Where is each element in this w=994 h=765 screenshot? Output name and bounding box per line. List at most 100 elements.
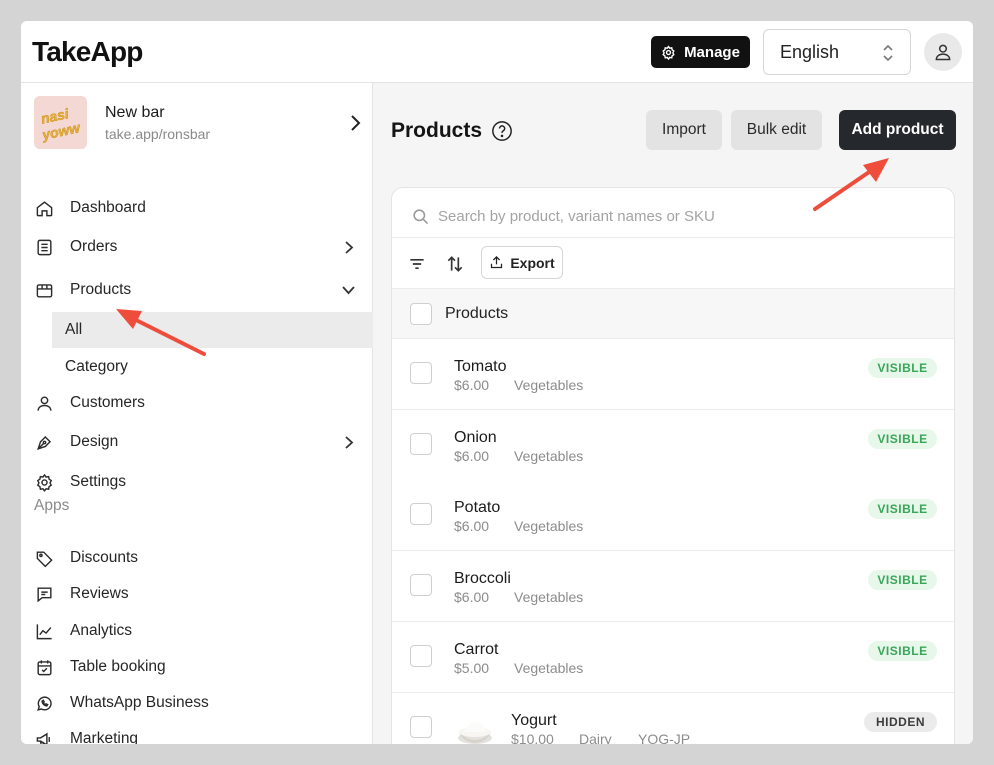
chevron-right-icon <box>345 241 354 254</box>
sidebar-item-table-booking[interactable]: Table booking <box>21 649 373 685</box>
filter-icon[interactable] <box>407 254 427 274</box>
row-checkbox[interactable] <box>410 362 432 384</box>
sidebar-item-discounts[interactable]: Discounts <box>21 540 373 576</box>
product-category: Vegetables <box>514 589 584 605</box>
store-switcher[interactable]: nasi yoww New bar take.app/ronsbar <box>34 96 364 152</box>
export-label: Export <box>510 254 555 271</box>
language-select[interactable]: English <box>763 29 911 75</box>
table-row[interactable]: Yogurt $10.00 Dairy YOG-JP HIDDEN <box>392 693 954 744</box>
sidebar-item-whatsapp-business[interactable]: WhatsApp Business <box>21 685 373 721</box>
manage-button[interactable]: Manage <box>651 36 750 68</box>
sidebar-item-marketing[interactable]: Marketing <box>21 721 373 744</box>
sidebar-subitem-label: Category <box>65 358 128 375</box>
home-icon <box>36 201 53 217</box>
product-price: $6.00 <box>454 518 490 534</box>
manage-label: Manage <box>684 43 740 61</box>
column-header-products: Products <box>445 305 509 322</box>
status-badge: VISIBLE <box>868 358 937 378</box>
updown-chevron-icon <box>883 44 893 62</box>
sidebar-item-label: WhatsApp Business <box>70 694 209 711</box>
sidebar-item-design[interactable]: Design <box>21 424 373 460</box>
bulk-edit-button[interactable]: Bulk edit <box>731 110 822 150</box>
help-icon[interactable] <box>491 120 513 142</box>
search-input[interactable] <box>438 202 938 230</box>
user-icon <box>935 44 951 61</box>
app-logo[interactable]: TakeApp <box>32 36 143 68</box>
table-row[interactable]: Potato $6.00 Vegetables VISIBLE <box>392 480 954 551</box>
select-all-checkbox[interactable] <box>410 303 432 325</box>
sidebar-item-label: Analytics <box>70 622 133 639</box>
whatsapp-icon <box>37 696 52 711</box>
status-badge: VISIBLE <box>868 641 937 661</box>
sidebar-item-customers[interactable]: Customers <box>21 385 373 421</box>
apps-section-label: Apps <box>34 497 70 514</box>
sidebar-item-products[interactable]: Products <box>21 272 373 308</box>
products-card: Export Products Tomato $6.00 Vegetables … <box>391 187 955 744</box>
store-logo: nasi yoww <box>34 96 87 149</box>
product-price: $6.00 <box>454 589 490 605</box>
product-category: Vegetables <box>514 660 584 676</box>
upload-icon <box>491 255 503 269</box>
sidebar-item-label: Products <box>70 281 132 298</box>
sidebar-item-label: Discounts <box>70 549 139 566</box>
sidebar-item-dashboard[interactable]: Dashboard <box>21 190 373 226</box>
table-row[interactable]: Carrot $5.00 Vegetables VISIBLE <box>392 622 954 693</box>
megaphone-icon <box>36 732 50 744</box>
row-checkbox[interactable] <box>410 645 432 667</box>
sidebar-item-label: Orders <box>70 238 118 255</box>
product-sku: YOG-JP <box>638 731 691 744</box>
import-button[interactable]: Import <box>646 110 722 150</box>
chart-icon <box>36 624 52 640</box>
product-category: Vegetables <box>514 377 584 393</box>
product-name: Onion <box>454 429 497 446</box>
table-row[interactable]: Tomato $6.00 Vegetables VISIBLE <box>392 339 954 410</box>
user-avatar[interactable] <box>924 33 962 71</box>
export-button[interactable]: Export <box>481 246 563 279</box>
sidebar-item-label: Reviews <box>70 585 129 602</box>
sidebar-item-settings[interactable]: Settings <box>21 464 373 500</box>
sort-icon[interactable] <box>445 254 465 274</box>
product-price: $6.00 <box>454 377 490 393</box>
store-name: New bar <box>105 104 165 121</box>
sidebar-subitem-all[interactable]: All <box>52 312 373 348</box>
sidebar-item-label: Marketing <box>70 730 139 744</box>
search-icon <box>413 209 429 225</box>
product-name: Tomato <box>454 358 507 375</box>
user-icon <box>37 396 52 411</box>
sidebar: nasi yoww New bar take.app/ronsbar Dashb… <box>21 83 373 744</box>
product-name: Broccoli <box>454 570 511 587</box>
sidebar-item-reviews[interactable]: Reviews <box>21 576 373 612</box>
calendar-icon <box>37 660 52 676</box>
main-content: Products Import Bulk edit Add product Ex… <box>373 83 973 744</box>
box-icon <box>36 284 53 298</box>
sidebar-item-label: Table booking <box>70 658 166 675</box>
table-row[interactable]: Onion $6.00 Vegetables VISIBLE <box>392 410 954 481</box>
pen-icon <box>37 435 52 450</box>
chevron-right-icon <box>351 115 361 131</box>
search-bar <box>392 188 954 238</box>
product-price: $10.00 <box>511 731 554 744</box>
row-checkbox[interactable] <box>410 503 432 525</box>
product-price: $5.00 <box>454 660 490 676</box>
add-product-button[interactable]: Add product <box>839 110 956 150</box>
language-value: English <box>780 41 840 62</box>
sidebar-item-orders[interactable]: Orders <box>21 229 373 265</box>
page-title: Products <box>391 119 483 142</box>
chevron-down-icon <box>342 286 355 295</box>
product-price: $6.00 <box>454 448 490 464</box>
product-thumbnail <box>458 721 492 744</box>
row-checkbox[interactable] <box>410 574 432 596</box>
tag-icon <box>36 551 53 568</box>
row-checkbox[interactable] <box>410 716 432 738</box>
store-url: take.app/ronsbar <box>105 126 211 142</box>
sidebar-item-analytics[interactable]: Analytics <box>21 613 373 649</box>
chevron-right-icon <box>345 436 354 449</box>
table-row[interactable]: Broccoli $6.00 Vegetables VISIBLE <box>392 551 954 622</box>
orders-icon <box>37 239 52 256</box>
top-header: TakeApp Manage English <box>21 21 973 83</box>
table-header: Products <box>392 289 954 339</box>
gear-icon <box>36 473 53 492</box>
sidebar-subitem-category[interactable]: Category <box>52 349 373 385</box>
row-checkbox[interactable] <box>410 433 432 455</box>
gear-icon <box>662 44 675 60</box>
